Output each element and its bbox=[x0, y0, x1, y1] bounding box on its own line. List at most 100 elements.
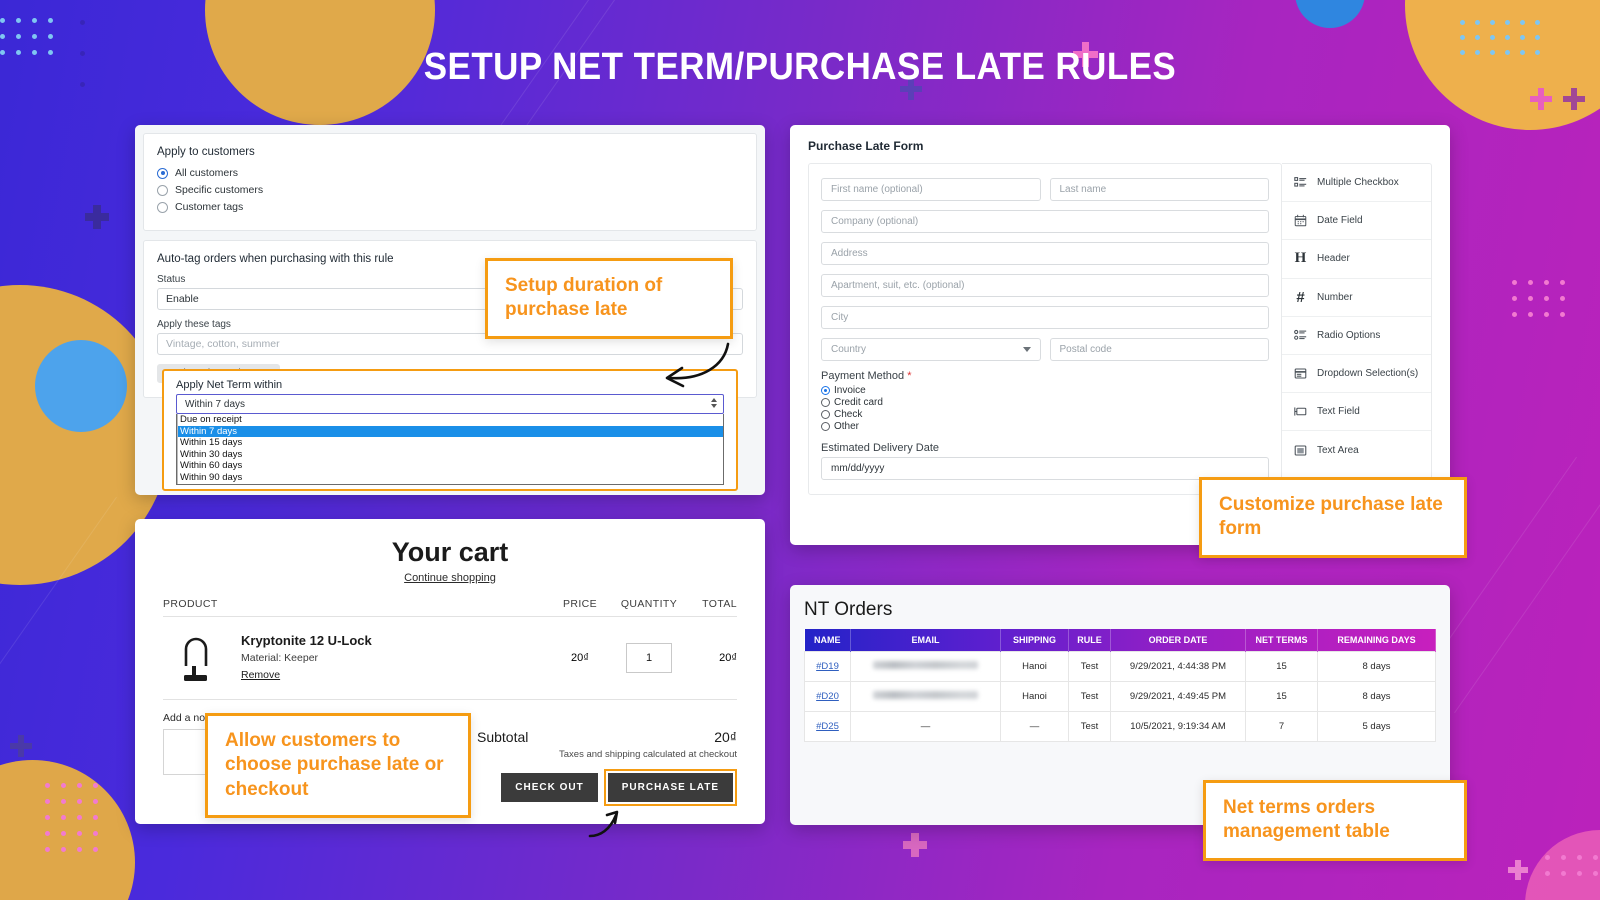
quantity-stepper[interactable]: 1 bbox=[613, 643, 685, 673]
field-type-text-field[interactable]: Text Field bbox=[1282, 393, 1431, 432]
payment-option-credit-card[interactable]: Credit card bbox=[821, 397, 1269, 408]
calendar-icon bbox=[1294, 214, 1307, 227]
callout-text: Allow customers to choose purchase late … bbox=[225, 730, 444, 800]
order-name-cell[interactable]: #D25 bbox=[804, 711, 851, 742]
column-name[interactable]: NAME bbox=[804, 629, 851, 652]
checkbox-list-icon bbox=[1294, 176, 1307, 189]
decor-circle-blue-top bbox=[1295, 0, 1365, 28]
decor-circle-blue-left bbox=[35, 340, 127, 432]
cart-line-item: Kryptonite 12 U-Lock Material: Keeper Re… bbox=[163, 616, 737, 700]
cart-summary: Subtotal 20₫ Taxes and shipping calculat… bbox=[477, 729, 737, 806]
order-name-cell[interactable]: #D19 bbox=[804, 651, 851, 682]
column-email[interactable]: EMAIL bbox=[850, 629, 1001, 652]
net-term-option[interactable]: Within 90 days bbox=[177, 471, 723, 484]
radio-all-customers[interactable]: All customers bbox=[157, 167, 743, 179]
apply-to-customers-card: Apply to customers All customers Specifi… bbox=[143, 133, 757, 231]
net-term-option[interactable]: Within 15 days bbox=[177, 437, 723, 449]
radio-icon-all-customers[interactable] bbox=[157, 167, 168, 179]
field-type-label: Dropdown Selection(s) bbox=[1317, 368, 1419, 380]
field-type-number[interactable]: # Number bbox=[1282, 279, 1431, 317]
address-field[interactable]: Address bbox=[821, 242, 1269, 265]
radio-label-all-customers: All customers bbox=[175, 167, 239, 179]
table-row[interactable]: #D19 Hanoi Test 9/29/2021, 4:44:38 PM 15… bbox=[804, 651, 1436, 682]
field-type-date-field[interactable]: Date Field bbox=[1282, 202, 1431, 241]
net-term-select[interactable]: Within 7 days bbox=[176, 394, 724, 414]
decor-plus-left bbox=[85, 205, 109, 229]
decor-plus-right bbox=[1563, 88, 1585, 110]
company-field[interactable]: Company (optional) bbox=[821, 210, 1269, 233]
radio-customer-tags[interactable]: Customer tags bbox=[157, 201, 743, 213]
field-type-radio-options[interactable]: Radio Options bbox=[1282, 317, 1431, 355]
radio-icon-customer-tags[interactable] bbox=[157, 201, 168, 213]
city-field[interactable]: City bbox=[821, 306, 1269, 329]
column-net-terms[interactable]: NET TERMS bbox=[1245, 629, 1318, 652]
quantity-input[interactable]: 1 bbox=[626, 643, 672, 673]
continue-shopping-link[interactable]: Continue shopping bbox=[163, 572, 737, 584]
product-image-ulock-icon bbox=[163, 627, 229, 689]
net-term-option-list[interactable]: Due on receipt Within 7 days Within 15 d… bbox=[176, 414, 724, 485]
field-type-label: Number bbox=[1317, 291, 1353, 303]
payment-label-other: Other bbox=[834, 421, 860, 432]
field-type-label: Radio Options bbox=[1317, 329, 1381, 341]
field-type-label: Text Area bbox=[1317, 444, 1359, 456]
column-shipping[interactable]: SHIPPING bbox=[1000, 629, 1069, 652]
first-name-field[interactable]: First name (optional) bbox=[821, 178, 1041, 201]
postal-code-field[interactable]: Postal code bbox=[1049, 338, 1269, 361]
net-term-option-selected[interactable]: Within 7 days bbox=[177, 425, 723, 438]
net-term-option[interactable]: Due on receipt bbox=[177, 414, 723, 426]
order-link[interactable]: #D20 bbox=[816, 691, 839, 702]
column-product: PRODUCT bbox=[163, 598, 218, 610]
radio-icon-credit-card[interactable] bbox=[821, 398, 830, 407]
orders-title: NT Orders bbox=[804, 599, 893, 620]
check-out-button[interactable]: CHECK OUT bbox=[501, 773, 598, 802]
callout-text: Net terms orders management table bbox=[1223, 797, 1390, 843]
order-link[interactable]: #D19 bbox=[816, 661, 839, 672]
subtotal-label: Subtotal bbox=[477, 729, 529, 745]
column-rule[interactable]: RULE bbox=[1068, 629, 1111, 652]
payment-option-check[interactable]: Check bbox=[821, 409, 1269, 420]
chevron-down-icon[interactable] bbox=[1022, 347, 1031, 352]
table-row[interactable]: #D20 Hanoi Test 9/29/2021, 4:49:45 PM 15… bbox=[804, 681, 1436, 712]
payment-method-label: Payment Method * bbox=[821, 370, 1269, 382]
payment-option-other[interactable]: Other bbox=[821, 421, 1269, 432]
order-link[interactable]: #D25 bbox=[816, 721, 839, 732]
field-type-multiple-checkbox[interactable]: Multiple Checkbox bbox=[1282, 164, 1431, 203]
order-rule-cell: Test bbox=[1068, 651, 1111, 682]
radio-icon-other[interactable] bbox=[821, 422, 830, 431]
country-select[interactable]: Country bbox=[821, 338, 1041, 361]
order-email-cell bbox=[850, 651, 1001, 682]
form-fields: First name (optional) Last name Company … bbox=[808, 163, 1282, 495]
order-email-cell bbox=[850, 681, 1001, 712]
purchase-late-button[interactable]: PURCHASE LATE bbox=[607, 773, 733, 802]
net-term-heading: Apply Net Term within bbox=[176, 379, 283, 391]
table-row[interactable]: #D25 — — Test 10/5/2021, 9:19:34 AM 7 5 … bbox=[804, 711, 1436, 742]
radio-icon-invoice[interactable] bbox=[821, 386, 830, 395]
net-term-option[interactable]: Within 30 days bbox=[177, 448, 723, 461]
payment-label-check: Check bbox=[834, 409, 863, 420]
radio-icon-check[interactable] bbox=[821, 410, 830, 419]
order-shipping-cell: — bbox=[1000, 711, 1069, 742]
field-type-header[interactable]: H Header bbox=[1282, 240, 1431, 279]
field-type-text-area[interactable]: Text Area bbox=[1282, 431, 1431, 469]
order-remaining-days-cell: 8 days bbox=[1317, 681, 1436, 712]
last-name-field[interactable]: Last name bbox=[1049, 178, 1269, 201]
remove-item-link[interactable]: Remove bbox=[241, 669, 280, 681]
net-term-option[interactable]: Within 60 days bbox=[177, 460, 723, 472]
column-remaining-days[interactable]: REMAINING DAYS bbox=[1317, 629, 1436, 652]
callout-text: Customize purchase late form bbox=[1219, 494, 1443, 540]
radio-specific-customers[interactable]: Specific customers bbox=[157, 184, 743, 196]
order-name-cell[interactable]: #D20 bbox=[804, 681, 851, 712]
field-type-label: Date Field bbox=[1317, 215, 1363, 227]
column-total: TOTAL bbox=[702, 598, 737, 610]
orders-table-header-row: NAME EMAIL SHIPPING RULE ORDER DATE NET … bbox=[804, 629, 1436, 652]
item-price: 20₫ bbox=[571, 652, 589, 664]
payment-option-invoice[interactable]: Invoice bbox=[821, 385, 1269, 396]
order-date-cell: 9/29/2021, 4:49:45 PM bbox=[1110, 681, 1246, 712]
apartment-field[interactable]: Apartment, suit, etc. (optional) bbox=[821, 274, 1269, 297]
radio-icon-specific-customers[interactable] bbox=[157, 184, 168, 196]
field-type-dropdown-selections[interactable]: Dropdown Selection(s) bbox=[1282, 355, 1431, 394]
order-date-cell: 10/5/2021, 9:19:34 AM bbox=[1110, 711, 1246, 742]
country-select-value: Country bbox=[831, 344, 867, 355]
column-order-date[interactable]: ORDER DATE bbox=[1110, 629, 1246, 652]
spinner-arrows-icon[interactable] bbox=[711, 398, 717, 408]
